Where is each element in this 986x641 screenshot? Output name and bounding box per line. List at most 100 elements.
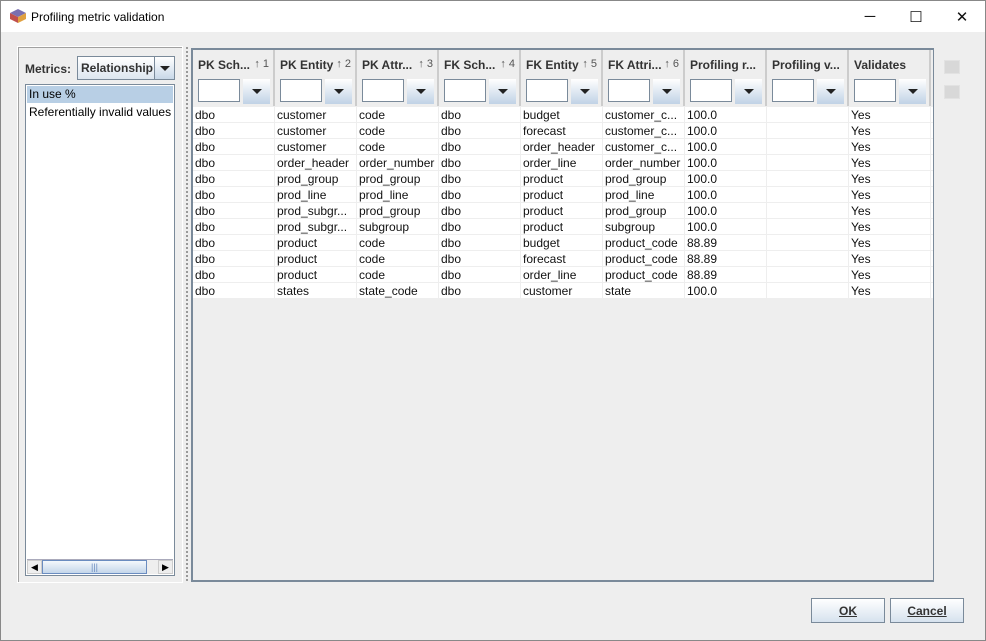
table-cell[interactable] <box>767 139 849 155</box>
column-header[interactable]: FK Attri... ↑ 6 <box>603 50 685 106</box>
table-cell[interactable]: prod_line <box>357 187 439 203</box>
table-cell[interactable]: 88.89 <box>685 251 767 267</box>
table-cell[interactable]: dbo <box>193 155 275 171</box>
table-cell[interactable]: order_header <box>275 155 357 171</box>
table-cell[interactable]: 100.0 <box>685 283 767 299</box>
table-row[interactable]: dbo customer code dbo budget customer_c... 100… <box>193 107 933 123</box>
scroll-left-icon[interactable]: ◀ <box>27 560 42 574</box>
table-row[interactable]: dbo product code dbo forecast product_code 88.… <box>193 251 933 267</box>
table-cell[interactable] <box>767 203 849 219</box>
table-cell[interactable] <box>767 267 849 283</box>
table-cell[interactable]: forecast <box>521 251 603 267</box>
table-cell[interactable]: Yes <box>849 235 931 251</box>
table-cell[interactable]: prod_group <box>357 203 439 219</box>
metrics-dropdown[interactable]: Relationship <box>77 56 175 80</box>
table-cell[interactable]: customer <box>275 107 357 123</box>
table-cell[interactable]: code <box>357 235 439 251</box>
filter-dropdown-button[interactable] <box>243 79 270 104</box>
list-item-referentially-invalid[interactable]: Referentially invalid values <box>27 104 173 121</box>
chevron-down-icon[interactable] <box>154 57 174 79</box>
table-cell[interactable]: dbo <box>193 219 275 235</box>
table-cell[interactable]: 88.89 <box>685 267 767 283</box>
table-cell[interactable]: 100.0 <box>685 107 767 123</box>
table-cell[interactable]: dbo <box>439 219 521 235</box>
table-cell[interactable]: dbo <box>193 283 275 299</box>
filter-input[interactable] <box>362 79 404 102</box>
table-row[interactable]: dbo product code dbo budget product_code 88.89… <box>193 235 933 251</box>
table-cell[interactable]: dbo <box>193 267 275 283</box>
table-cell[interactable]: product <box>521 203 603 219</box>
table-cell[interactable]: 100.0 <box>685 139 767 155</box>
table-cell[interactable]: product_code <box>603 235 685 251</box>
table-row[interactable]: dbo prod_subgr... subgroup dbo product subgro… <box>193 219 933 235</box>
table-cell[interactable]: dbo <box>439 171 521 187</box>
table-cell[interactable] <box>767 283 849 299</box>
table-cell[interactable]: forecast <box>521 123 603 139</box>
table-cell[interactable] <box>767 219 849 235</box>
table-cell[interactable] <box>767 171 849 187</box>
table-cell[interactable]: dbo <box>439 283 521 299</box>
filter-input[interactable] <box>198 79 240 102</box>
table-cell[interactable]: dbo <box>439 187 521 203</box>
table-cell[interactable]: 100.0 <box>685 171 767 187</box>
table-row[interactable]: dbo order_header order_number dbo order_line… <box>193 155 933 171</box>
table-cell[interactable]: Yes <box>849 267 931 283</box>
window-icon[interactable] <box>944 85 960 99</box>
filter-dropdown-button[interactable] <box>571 79 598 104</box>
table-cell[interactable] <box>767 107 849 123</box>
table-cell[interactable]: dbo <box>193 171 275 187</box>
table-cell[interactable] <box>767 235 849 251</box>
table-cell[interactable]: customer <box>275 123 357 139</box>
table-cell[interactable]: customer <box>521 283 603 299</box>
table-cell[interactable]: code <box>357 267 439 283</box>
table-cell[interactable]: subgroup <box>357 219 439 235</box>
table-cell[interactable]: 88.89 <box>685 235 767 251</box>
table-cell[interactable]: dbo <box>439 107 521 123</box>
table-cell[interactable]: code <box>357 251 439 267</box>
minimize-button[interactable]: ─ <box>847 1 893 32</box>
table-cell[interactable]: dbo <box>439 123 521 139</box>
table-cell[interactable]: customer_c... <box>603 123 685 139</box>
table-cell[interactable]: subgroup <box>603 219 685 235</box>
table-cell[interactable] <box>767 123 849 139</box>
filter-dropdown-button[interactable] <box>407 79 434 104</box>
table-cell[interactable]: dbo <box>193 107 275 123</box>
table-row[interactable]: dbo customer code dbo order_header customer_c… <box>193 139 933 155</box>
table-row[interactable]: dbo prod_group prod_group dbo product prod_gr… <box>193 171 933 187</box>
table-cell[interactable]: code <box>357 139 439 155</box>
table-cell[interactable]: order_header <box>521 139 603 155</box>
filter-dropdown-button[interactable] <box>817 79 844 104</box>
table-cell[interactable]: dbo <box>439 203 521 219</box>
column-header[interactable]: Profiling r... <box>685 50 767 106</box>
table-row[interactable]: dbo customer code dbo forecast customer_c... 1… <box>193 123 933 139</box>
table-cell[interactable]: Yes <box>849 171 931 187</box>
table-cell[interactable]: Yes <box>849 107 931 123</box>
filter-dropdown-button[interactable] <box>489 79 516 104</box>
table-cell[interactable]: product <box>521 171 603 187</box>
table-cell[interactable]: 100.0 <box>685 123 767 139</box>
table-cell[interactable]: prod_subgr... <box>275 219 357 235</box>
column-header[interactable]: PK Sch... ↑ 1 <box>193 50 275 106</box>
table-cell[interactable]: product_code <box>603 251 685 267</box>
cancel-button[interactable]: Cancel <box>890 598 964 623</box>
table-cell[interactable]: customer_c... <box>603 107 685 123</box>
table-cell[interactable]: product_code <box>603 267 685 283</box>
table-cell[interactable]: budget <box>521 107 603 123</box>
table-cell[interactable]: customer_c... <box>603 139 685 155</box>
column-header[interactable]: PK Attr... ↑ 3 <box>357 50 439 106</box>
table-cell[interactable]: dbo <box>439 251 521 267</box>
filter-input[interactable] <box>444 79 486 102</box>
table-cell[interactable]: order_line <box>521 155 603 171</box>
splitter-handle[interactable] <box>185 46 189 581</box>
table-cell[interactable]: prod_group <box>603 203 685 219</box>
table-cell[interactable]: dbo <box>193 187 275 203</box>
table-cell[interactable]: prod_group <box>275 171 357 187</box>
filter-input[interactable] <box>526 79 568 102</box>
table-row[interactable]: dbo product code dbo order_line product_code 8… <box>193 267 933 283</box>
filter-input[interactable] <box>772 79 814 102</box>
table-cell[interactable]: code <box>357 123 439 139</box>
table-cell[interactable]: 100.0 <box>685 219 767 235</box>
table-cell[interactable]: Yes <box>849 155 931 171</box>
table-row[interactable]: dbo prod_subgr... prod_group dbo product prod… <box>193 203 933 219</box>
table-cell[interactable]: dbo <box>439 267 521 283</box>
